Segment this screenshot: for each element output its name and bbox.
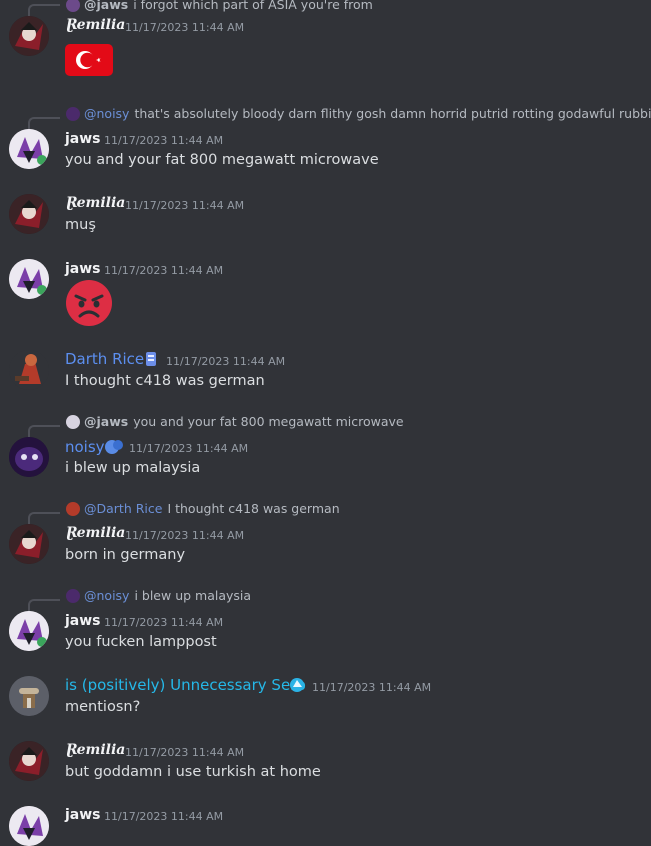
author-name[interactable]: jaws [65, 131, 101, 147]
reply-mention[interactable]: @noisy [84, 106, 129, 121]
avatar-remilia-icon [9, 741, 49, 781]
reply-preview[interactable]: @Darth Rice I thought c418 was german [66, 501, 340, 516]
avatar[interactable] [9, 806, 49, 846]
avatar-noisy-icon [9, 437, 49, 477]
timestamp: 11/17/2023 11:44 AM [104, 134, 224, 147]
author-name[interactable]: Ɽemilia [65, 742, 125, 758]
author-name[interactable]: jaws [65, 807, 101, 823]
reply-avatar [66, 501, 80, 516]
avatar[interactable] [9, 350, 49, 390]
role-badge-icon [143, 351, 159, 367]
timestamp: 11/17/2023 11:44 AM [125, 21, 245, 34]
reply-mention[interactable]: @Darth Rice [84, 501, 162, 516]
reply-preview[interactable]: @jaws you and your fat 800 megawatt micr… [66, 414, 404, 429]
author-name[interactable]: Ɽemilia [65, 195, 125, 211]
timestamp: 11/17/2023 11:44 AM [129, 442, 249, 455]
author-name[interactable]: jaws [65, 613, 101, 629]
message-text: mentiosn? [65, 699, 141, 715]
reply-spine [28, 425, 60, 437]
avatar[interactable] [9, 16, 49, 56]
avatar[interactable] [9, 129, 49, 169]
reply-mention[interactable]: @jaws [84, 414, 128, 429]
timestamp: 11/17/2023 11:44 AM [104, 810, 224, 823]
author-name[interactable]: noisy [65, 438, 105, 456]
message-text: you fucken lamppost [65, 634, 217, 650]
avatar[interactable] [9, 437, 49, 477]
reply-preview[interactable]: @noisy i blew up malaysia [66, 588, 251, 603]
timestamp: 11/17/2023 11:44 AM [104, 616, 224, 629]
avatar-darth-rice-icon [9, 350, 49, 390]
role-badge-icon [104, 438, 124, 456]
avatar-remilia-icon [9, 16, 49, 56]
avatar[interactable] [9, 611, 49, 651]
reply-text: i blew up malaysia [134, 588, 252, 603]
reply-spine [28, 4, 60, 16]
avatar-serb-icon [9, 676, 49, 716]
avatar-jaws-icon [9, 806, 49, 846]
avatar-jaws-icon [9, 611, 49, 651]
avatar-remilia-icon [9, 194, 49, 234]
role-badge-icon [288, 676, 308, 694]
reply-text: i forgot which part of ASIA you're from [133, 0, 373, 12]
message-text: but goddamn i use turkish at home [65, 764, 321, 780]
angry-face-icon [65, 279, 113, 327]
message-text: you and your fat 800 megawatt microwave [65, 152, 379, 168]
reply-avatar [66, 414, 80, 429]
author-name[interactable]: jaws [65, 261, 101, 277]
timestamp: 11/17/2023 11:44 AM [125, 529, 245, 542]
timestamp: 11/17/2023 11:44 AM [312, 681, 432, 694]
message-text: muş [65, 217, 96, 233]
timestamp: 11/17/2023 11:44 AM [166, 355, 286, 368]
author-name[interactable]: Darth Rice [65, 350, 144, 368]
reply-avatar [66, 0, 80, 12]
author-name[interactable]: Ɽemilia [65, 525, 125, 541]
avatar[interactable] [9, 194, 49, 234]
reply-spine [28, 512, 60, 524]
avatar[interactable] [9, 676, 49, 716]
timestamp: 11/17/2023 11:44 AM [104, 264, 224, 277]
author-name[interactable]: Ɽemilia [65, 17, 125, 33]
reply-mention[interactable]: @jaws [84, 0, 128, 12]
reply-preview[interactable]: @jaws i forgot which part of ASIA you're… [66, 0, 373, 12]
reply-text: that's absolutely bloody darn flithy gos… [134, 106, 651, 121]
reply-spine [28, 117, 60, 129]
avatar[interactable] [9, 741, 49, 781]
reply-preview[interactable]: @noisy that's absolutely bloody darn fli… [66, 106, 651, 121]
avatar-remilia-icon [9, 524, 49, 564]
reply-text: I thought c418 was german [167, 501, 340, 516]
avatar-jaws-icon [9, 259, 49, 299]
message-text: born in germany [65, 547, 186, 563]
avatar-jaws-icon [9, 129, 49, 169]
reply-spine [28, 599, 60, 611]
timestamp: 11/17/2023 11:44 AM [125, 746, 245, 759]
avatar[interactable] [9, 259, 49, 299]
message-text: i blew up malaysia [65, 460, 201, 476]
reply-avatar [66, 588, 80, 603]
message-text: I thought c418 was german [65, 373, 265, 389]
reply-mention[interactable]: @noisy [84, 588, 129, 603]
timestamp: 11/17/2023 11:44 AM [125, 199, 245, 212]
avatar[interactable] [9, 524, 49, 564]
turkey-flag-icon [65, 44, 113, 76]
reply-text: you and your fat 800 megawatt microwave [133, 414, 404, 429]
reply-avatar [66, 106, 80, 121]
author-name[interactable]: is (positively) Unnecessary Serb [65, 676, 306, 694]
